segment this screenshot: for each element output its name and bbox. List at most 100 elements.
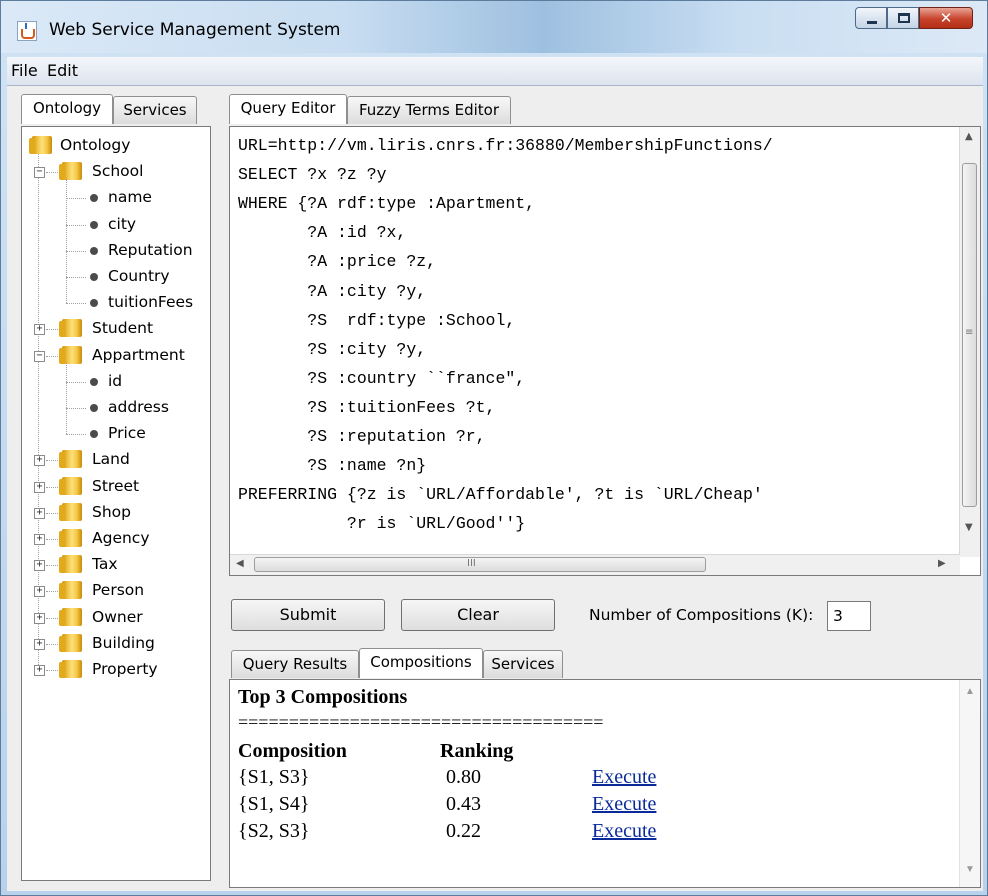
compositions-panel: Top 3 Compositions =====================… — [229, 679, 981, 888]
tree-connector — [46, 172, 60, 174]
close-button[interactable]: ✕ — [919, 7, 973, 29]
submit-button[interactable]: Submit — [231, 599, 385, 631]
scroll-up-icon[interactable]: ▲ — [965, 686, 975, 697]
tree-connector — [46, 670, 60, 671]
tree-node-label: Agency — [92, 529, 150, 547]
tab-query-editor[interactable]: Query Editor — [229, 94, 347, 124]
expand-icon[interactable]: + — [34, 586, 45, 598]
execute-link[interactable]: Execute — [592, 793, 656, 816]
tree-connector — [66, 179, 67, 304]
app-window: Web Service Management System ✕ File Edi… — [0, 0, 988, 896]
query-line: ?S :country ``france", — [238, 368, 526, 388]
folder-icon — [59, 607, 82, 626]
expand-icon[interactable]: + — [34, 534, 45, 545]
tree-connector — [66, 198, 86, 200]
query-line: WHERE {?A rdf:type :Apartment, — [238, 194, 536, 214]
k-input[interactable]: 3 — [827, 601, 871, 631]
tree-connector — [46, 460, 60, 462]
tree-node-label: Property — [92, 660, 158, 678]
expand-icon[interactable]: + — [34, 665, 45, 676]
expand-icon[interactable]: + — [34, 324, 45, 336]
collapse-icon[interactable]: − — [34, 167, 45, 179]
tree-connector — [66, 408, 86, 409]
tab-compositions[interactable]: Compositions — [359, 648, 483, 678]
ontology-tree[interactable]: Ontology − School name city Reputation Country… — [21, 126, 211, 881]
tab-ontology[interactable]: Ontology — [21, 94, 113, 124]
folder-icon — [29, 136, 52, 154]
tree-connector — [46, 486, 60, 488]
tree-node-label: School — [92, 162, 144, 181]
tree-connector — [66, 250, 86, 252]
menu-edit[interactable]: Edit — [47, 61, 78, 80]
tree-connector — [66, 224, 86, 226]
expand-icon[interactable]: + — [34, 612, 45, 624]
tree-connector — [66, 381, 86, 383]
results-vertical-scrollbar[interactable]: ▲ ▼ — [959, 680, 980, 887]
maximize-button[interactable] — [887, 7, 919, 29]
tree-node-label: Building — [92, 633, 155, 652]
query-line: ?r is `URL/Good''} — [238, 514, 526, 534]
editor-hscroll-thumb[interactable]: III — [254, 557, 706, 572]
tree-connector — [66, 434, 86, 436]
tree-leaf-label: city — [108, 214, 137, 233]
editor-vertical-scrollbar[interactable]: ▲ ≡ ▼ — [959, 127, 980, 557]
tab-fuzzy-terms-editor[interactable]: Fuzzy Terms Editor — [347, 96, 511, 124]
tree-connector — [66, 362, 67, 435]
menu-file[interactable]: File — [11, 61, 38, 80]
composition-cell: {S2, S3} — [238, 820, 310, 842]
expand-icon[interactable]: + — [34, 481, 45, 493]
query-line: ?S rdf:type :School, — [238, 310, 516, 330]
collapse-icon[interactable]: − — [34, 350, 45, 362]
editor-horizontal-scrollbar[interactable]: ◀ III ▶ — [230, 554, 960, 575]
title-bar[interactable]: Web Service Management System ✕ — [1, 1, 987, 53]
folder-icon — [59, 319, 82, 338]
tree-node-label: Student — [92, 319, 154, 338]
tree-leaf-label: id — [108, 371, 123, 390]
tree-connector — [66, 277, 86, 278]
java-cup-icon[interactable] — [17, 21, 37, 41]
execute-link[interactable]: Execute — [592, 820, 656, 843]
scroll-down-icon[interactable]: ▼ — [965, 864, 975, 875]
tree-leaf-label: Reputation — [108, 240, 193, 259]
query-line: ?A :price ?z, — [238, 252, 437, 272]
query-line: ?S :name ?n} — [238, 456, 427, 476]
expand-icon[interactable]: + — [34, 560, 45, 572]
tree-node-label: Tax — [92, 555, 118, 574]
ranking-cell: 0.43 — [446, 793, 481, 815]
composition-cell: {S1, S3} — [238, 766, 310, 788]
tree-node-label: Street — [92, 476, 140, 495]
tree-connector — [46, 565, 60, 567]
query-line: ?A :city ?y, — [238, 281, 427, 301]
folder-icon — [59, 660, 82, 678]
scroll-left-icon[interactable]: ◀ — [236, 558, 244, 569]
bullet-icon — [90, 430, 98, 439]
bullet-icon — [90, 377, 98, 386]
tree-connector — [46, 591, 60, 593]
close-icon: ✕ — [939, 9, 953, 27]
separator: ==================================== — [238, 712, 604, 732]
minimize-button[interactable] — [855, 7, 887, 29]
column-header-ranking: Ranking — [440, 740, 514, 762]
window-title: Web Service Management System — [49, 20, 341, 40]
bullet-icon — [90, 246, 98, 255]
tab-query-results[interactable]: Query Results — [231, 650, 359, 678]
query-line: ?S :tuitionFees ?t, — [238, 397, 496, 417]
bullet-icon — [90, 299, 98, 308]
clear-button[interactable]: Clear — [401, 599, 555, 631]
scroll-right-icon[interactable]: ▶ — [938, 558, 946, 569]
scroll-down-icon[interactable]: ▼ — [965, 522, 973, 533]
expand-icon[interactable]: + — [34, 455, 45, 467]
ranking-cell: 0.80 — [446, 766, 481, 788]
k-label: Number of Compositions (K): — [589, 606, 814, 624]
tab-services-left[interactable]: Services — [113, 96, 197, 124]
query-editor[interactable]: ?r is `URL/Good''} PREFERRING {?z is `URL… — [229, 126, 981, 576]
expand-icon[interactable]: + — [34, 638, 45, 650]
window-controls: ✕ — [855, 7, 973, 31]
execute-link[interactable]: Execute — [592, 766, 656, 789]
folder-icon — [59, 581, 82, 600]
scroll-up-icon[interactable]: ▲ — [965, 131, 973, 142]
composition-cell: {S1, S4} — [238, 793, 310, 815]
tab-services-results[interactable]: Services — [483, 650, 563, 678]
tree-connector — [46, 539, 60, 540]
expand-icon[interactable]: + — [34, 507, 45, 519]
